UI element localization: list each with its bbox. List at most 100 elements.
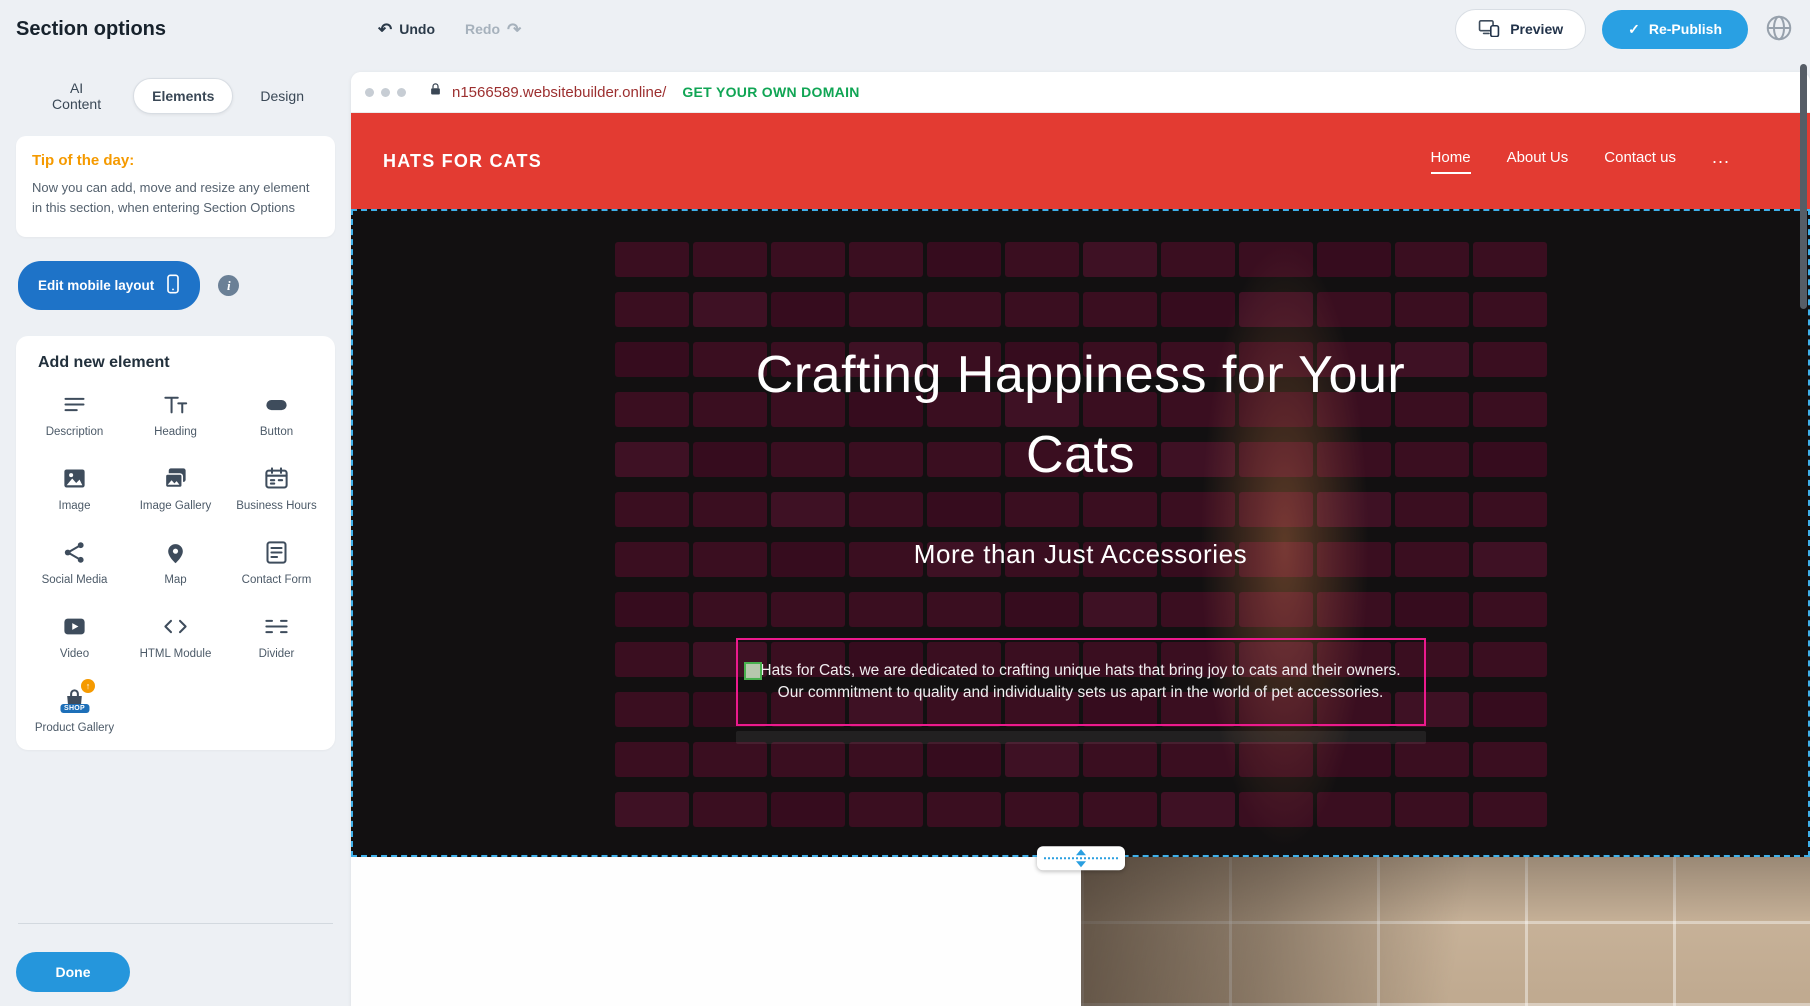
brick <box>927 742 1001 777</box>
image-icon <box>61 464 88 492</box>
done-button[interactable]: Done <box>16 952 130 992</box>
drag-shadow <box>736 731 1426 744</box>
add-element-html-module[interactable]: HTML Module <box>125 612 226 662</box>
brick <box>1395 292 1469 327</box>
brick <box>1083 292 1157 327</box>
resize-down-arrow-icon <box>1076 861 1086 867</box>
brick <box>1005 292 1079 327</box>
brick <box>1005 242 1079 277</box>
redo-label: Redo <box>465 21 500 37</box>
get-domain-link[interactable]: GET YOUR OWN DOMAIN <box>682 84 859 100</box>
hero-heading[interactable]: Crafting Happiness for Your Cats <box>351 335 1810 495</box>
undo-button[interactable]: ↶ Undo <box>378 21 435 38</box>
preview-button[interactable]: Preview <box>1455 9 1586 50</box>
brick <box>615 492 689 527</box>
description-icon <box>61 390 88 418</box>
shop-tag: SHOP <box>60 704 89 713</box>
button-icon <box>263 390 290 418</box>
hero-subheading[interactable]: More than Just Accessories <box>351 539 1810 570</box>
redo-icon: ↷ <box>507 21 521 38</box>
brick <box>615 792 689 827</box>
brick <box>615 742 689 777</box>
check-icon: ✓ <box>1628 21 1640 38</box>
next-section <box>351 857 1810 1006</box>
brick <box>849 292 923 327</box>
info-icon[interactable]: i <box>218 275 239 296</box>
add-element-heading[interactable]: Heading <box>125 390 226 440</box>
brick <box>927 492 1001 527</box>
tab-elements[interactable]: Elements <box>133 78 233 114</box>
nav-contact-us[interactable]: Contact us <box>1604 149 1676 174</box>
site-preview-window: n1566589.websitebuilder.online/ GET YOUR… <box>351 72 1810 1006</box>
brick <box>1395 492 1469 527</box>
add-element-description[interactable]: Description <box>24 390 125 440</box>
add-element-video[interactable]: Video <box>24 612 125 662</box>
brick <box>1239 292 1313 327</box>
contact-form-icon <box>263 538 290 566</box>
tab-ai-content[interactable]: AI Content <box>28 70 125 122</box>
brick <box>1161 742 1235 777</box>
brick <box>1473 792 1547 827</box>
tab-design[interactable]: Design <box>241 78 323 114</box>
window-dot <box>365 88 374 97</box>
add-element-image-gallery[interactable]: Image Gallery <box>125 464 226 514</box>
selected-text-element[interactable]: Hats for Cats, we are dedicated to craft… <box>736 638 1426 726</box>
brick <box>1473 492 1547 527</box>
brick <box>1317 492 1391 527</box>
brick <box>1239 592 1313 627</box>
add-element-product-gallery[interactable]: ↑ SHOP Product Gallery <box>24 686 125 736</box>
brick <box>849 792 923 827</box>
brick <box>693 492 767 527</box>
site-logo[interactable]: HATS FOR CATS <box>383 151 542 172</box>
site-url[interactable]: n1566589.websitebuilder.online/ <box>452 84 666 101</box>
brick <box>927 242 1001 277</box>
add-element-button[interactable]: Button <box>226 390 327 440</box>
page-scrollbar[interactable] <box>1800 64 1807 309</box>
brick <box>693 592 767 627</box>
next-section-white-area[interactable] <box>351 857 1081 1006</box>
section-resize-handle[interactable] <box>1037 846 1125 870</box>
topbar-actions: Preview ✓ Re-Publish <box>1455 9 1794 50</box>
brick <box>1317 742 1391 777</box>
brick <box>1083 242 1157 277</box>
brick <box>1317 792 1391 827</box>
nav-home[interactable]: Home <box>1431 149 1471 174</box>
brick <box>1161 792 1235 827</box>
lock-icon <box>428 82 443 102</box>
brick <box>1161 292 1235 327</box>
brick <box>1473 292 1547 327</box>
edit-mobile-layout-button[interactable]: Edit mobile layout <box>18 261 200 310</box>
brick <box>1005 792 1079 827</box>
brick <box>615 242 689 277</box>
add-element-social-media[interactable]: Social Media <box>24 538 125 588</box>
brick <box>849 492 923 527</box>
hero-section-selected[interactable]: Crafting Happiness for Your Cats More th… <box>351 209 1810 857</box>
upgrade-badge-icon: ↑ <box>81 679 95 693</box>
brick <box>1083 742 1157 777</box>
browser-chrome: n1566589.websitebuilder.online/ GET YOUR… <box>351 72 1810 113</box>
language-globe-button[interactable] <box>1764 13 1794 46</box>
devices-icon <box>1478 19 1500 40</box>
hero-paragraph[interactable]: Hats for Cats, we are dedicated to craft… <box>752 660 1410 705</box>
brick <box>1473 242 1547 277</box>
preview-label: Preview <box>1510 21 1563 37</box>
next-section-photo[interactable] <box>1081 857 1810 1006</box>
brick <box>1473 742 1547 777</box>
brick <box>771 742 845 777</box>
selection-resize-handle[interactable] <box>744 662 762 680</box>
brick <box>1161 492 1235 527</box>
nav-about-us[interactable]: About Us <box>1507 149 1569 174</box>
nav-more-button[interactable]: ... <box>1712 147 1730 176</box>
sidebar: AI Content Elements Design Tip of the da… <box>0 58 351 1006</box>
brick <box>1239 492 1313 527</box>
add-element-map[interactable]: Map <box>125 538 226 588</box>
brick <box>1473 692 1547 727</box>
add-element-divider[interactable]: Divider <box>226 612 327 662</box>
add-element-contact-form[interactable]: Contact Form <box>226 538 327 588</box>
add-element-business-hours[interactable]: Business Hours <box>226 464 327 514</box>
brick <box>927 592 1001 627</box>
republish-button[interactable]: ✓ Re-Publish <box>1602 10 1748 49</box>
redo-button[interactable]: Redo ↷ <box>465 21 521 38</box>
add-element-image[interactable]: Image <box>24 464 125 514</box>
brick <box>1317 242 1391 277</box>
